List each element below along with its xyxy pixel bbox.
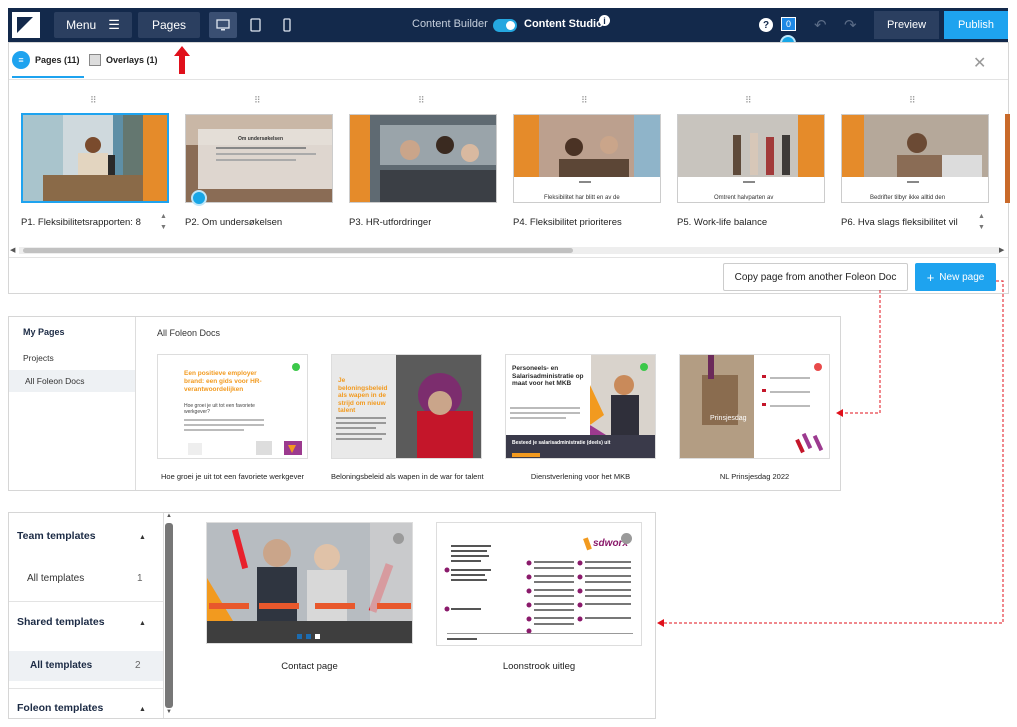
annotation-connectors (657, 280, 1004, 627)
